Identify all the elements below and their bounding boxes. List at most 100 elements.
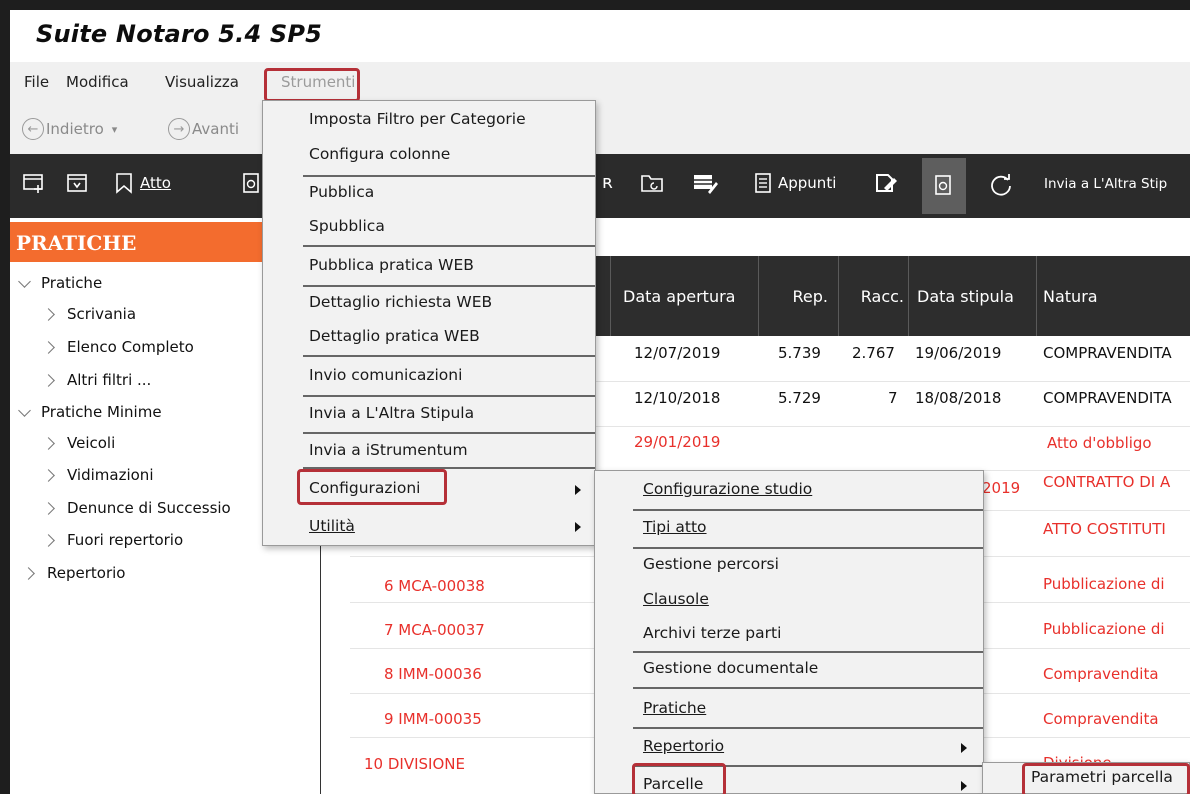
tree-item-elenco-completo[interactable]: Elenco Completo bbox=[42, 338, 194, 356]
bookmark-icon bbox=[116, 173, 132, 194]
row1-natura: COMPRAVENDITA bbox=[1043, 344, 1172, 362]
title-bar: Suite Notaro 5.4 SP5 bbox=[0, 0, 1190, 62]
chevron-down-icon: ▾ bbox=[111, 122, 118, 136]
refresh-icon bbox=[991, 174, 1011, 196]
search-doc-button[interactable] bbox=[242, 172, 262, 196]
new-pratica-button[interactable] bbox=[22, 172, 46, 194]
column-rep[interactable]: Rep. bbox=[758, 256, 838, 336]
import-button[interactable] bbox=[66, 172, 90, 194]
menu-invia-istrumentum[interactable]: Invia a iStrumentum bbox=[309, 441, 468, 459]
row8-code: 8 IMM-00036 bbox=[384, 665, 482, 683]
chevron-down-icon bbox=[18, 403, 31, 417]
chevron-right-icon bbox=[42, 340, 55, 354]
invia-label: Invia a L'Altra Stip bbox=[1044, 176, 1168, 192]
invia-altra-stipula-button[interactable]: Invia a L'Altra Stip bbox=[1044, 176, 1167, 192]
back-button[interactable]: ← Indietro ▾ bbox=[22, 118, 117, 140]
menu-visualizza[interactable]: Visualizza bbox=[165, 73, 239, 91]
menu-pubblica-pratica-web[interactable]: Pubblica pratica WEB bbox=[309, 256, 474, 274]
edit-document-icon bbox=[876, 174, 897, 192]
menu-configurazioni[interactable]: Configurazioni bbox=[309, 479, 420, 497]
row5-natura: ATTO COSTITUTI bbox=[1043, 520, 1166, 538]
row2-racc: 7 bbox=[888, 389, 898, 407]
tree-item-denunce[interactable]: Denunce di Successio bbox=[42, 499, 231, 517]
menu-archivi-terze-parti[interactable]: Archivi terze parti bbox=[643, 624, 781, 642]
row6-natura: Pubblicazione di bbox=[1043, 575, 1165, 593]
forward-button[interactable]: → Avanti bbox=[168, 118, 239, 140]
arrow-left-icon: ← bbox=[22, 118, 44, 140]
menu-pubblica[interactable]: Pubblica bbox=[309, 183, 374, 201]
tree-item-scrivania[interactable]: Scrivania bbox=[42, 305, 136, 323]
menu-separator bbox=[303, 395, 595, 397]
row1-racc: 2.767 bbox=[852, 344, 895, 362]
configurazioni-menu: Configurazione studio Tipi atto Gestione… bbox=[594, 470, 984, 794]
menu-pratiche[interactable]: Pratiche bbox=[643, 699, 706, 717]
arrow-right-icon: → bbox=[168, 118, 190, 140]
row-divider bbox=[596, 381, 1190, 382]
tree-item-veicoli[interactable]: Veicoli bbox=[42, 434, 115, 452]
menu-parcelle[interactable]: Parcelle bbox=[643, 775, 703, 793]
selection-column bbox=[320, 528, 350, 794]
menu-utilita[interactable]: Utilità bbox=[309, 517, 355, 535]
column-data-stipula[interactable]: Data stipula bbox=[908, 256, 1036, 336]
refresh-button[interactable] bbox=[988, 172, 1014, 198]
column-natura[interactable]: Natura bbox=[1036, 256, 1190, 336]
edit-doc-button[interactable] bbox=[874, 172, 898, 194]
menu-invio-comunicazioni[interactable]: Invio comunicazioni bbox=[309, 366, 462, 384]
row2-data-stipula: 18/08/2018 bbox=[915, 389, 1002, 407]
menu-file[interactable]: File bbox=[24, 73, 49, 91]
tree-label: Pratiche bbox=[41, 274, 103, 292]
menu-dettaglio-richiesta-web[interactable]: Dettaglio richiesta WEB bbox=[309, 293, 492, 311]
menu-modifica[interactable]: Modifica bbox=[66, 73, 129, 91]
row2-natura: COMPRAVENDITA bbox=[1043, 389, 1172, 407]
column-racc[interactable]: Racc. bbox=[838, 256, 908, 336]
row3-natura: Atto d'obbligo bbox=[1047, 434, 1152, 452]
tree-item-vidimazioni[interactable]: Vidimazioni bbox=[42, 466, 153, 484]
tree-item-fuori-repertorio[interactable]: Fuori repertorio bbox=[42, 531, 183, 549]
menu-repertorio[interactable]: Repertorio bbox=[643, 737, 724, 755]
row6-code: 6 MCA-00038 bbox=[384, 577, 485, 595]
strumenti-menu: Imposta Filtro per Categorie Configura c… bbox=[262, 100, 596, 546]
row10-code: 10 DIVISIONE bbox=[364, 755, 465, 773]
search-document-icon bbox=[243, 173, 259, 193]
menu-configura-colonne[interactable]: Configura colonne bbox=[309, 145, 450, 163]
row2-rep: 5.729 bbox=[778, 389, 821, 407]
folder-refresh-button[interactable] bbox=[640, 172, 664, 194]
parcelle-menu: Parametri parcella bbox=[982, 762, 1190, 794]
menu-parametri-parcella[interactable]: Parametri parcella bbox=[1031, 768, 1173, 786]
submenu-arrow-icon bbox=[575, 522, 581, 532]
menu-bar: File Modifica Visualizza Strumenti bbox=[0, 62, 1190, 104]
new-window-icon bbox=[23, 174, 43, 193]
chevron-right-icon bbox=[42, 373, 55, 387]
tree-label: Altri filtri ... bbox=[67, 371, 152, 389]
tree-item-altri-filtri[interactable]: Altri filtri ... bbox=[42, 371, 152, 389]
menu-dettaglio-pratica-web[interactable]: Dettaglio pratica WEB bbox=[309, 327, 480, 345]
preview-button[interactable] bbox=[922, 158, 966, 214]
menu-configurazione-studio[interactable]: Configurazione studio bbox=[643, 480, 812, 498]
menu-separator bbox=[633, 687, 983, 689]
menu-invia-altra-stipula[interactable]: Invia a L'Altra Stipula bbox=[309, 404, 474, 422]
menu-separator bbox=[303, 285, 595, 287]
appunti-button[interactable]: Appunti bbox=[754, 172, 836, 194]
menu-separator bbox=[303, 245, 595, 247]
atto-label: Atto bbox=[140, 174, 171, 192]
column-data-apertura[interactable]: Data apertura bbox=[610, 256, 758, 336]
row1-rep: 5.739 bbox=[778, 344, 821, 362]
tool-button-a[interactable]: ʀ bbox=[602, 172, 613, 193]
menu-gestione-documentale[interactable]: Gestione documentale bbox=[643, 659, 818, 677]
menu-separator bbox=[303, 355, 595, 357]
chevron-right-icon bbox=[42, 468, 55, 482]
menu-imposta-filtro[interactable]: Imposta Filtro per Categorie bbox=[309, 110, 526, 128]
menu-gestione-percorsi[interactable]: Gestione percorsi bbox=[643, 555, 779, 573]
menu-strumenti[interactable]: Strumenti bbox=[281, 73, 355, 91]
atto-button[interactable]: Atto bbox=[114, 172, 171, 194]
menu-spubblica[interactable]: Spubblica bbox=[309, 217, 385, 235]
row1-data-apertura: 12/07/2019 bbox=[634, 344, 721, 362]
tree-item-repertorio[interactable]: Repertorio bbox=[22, 564, 126, 582]
submenu-arrow-icon bbox=[961, 743, 967, 753]
tree-item-pratiche-minime[interactable]: Pratiche Minime bbox=[18, 403, 162, 421]
edit-table-button[interactable] bbox=[692, 172, 718, 194]
tree-label: Repertorio bbox=[47, 564, 126, 582]
menu-clausole[interactable]: Clausole bbox=[643, 590, 709, 608]
menu-tipi-atto[interactable]: Tipi atto bbox=[643, 518, 707, 536]
tree-item-pratiche[interactable]: Pratiche bbox=[18, 274, 102, 292]
